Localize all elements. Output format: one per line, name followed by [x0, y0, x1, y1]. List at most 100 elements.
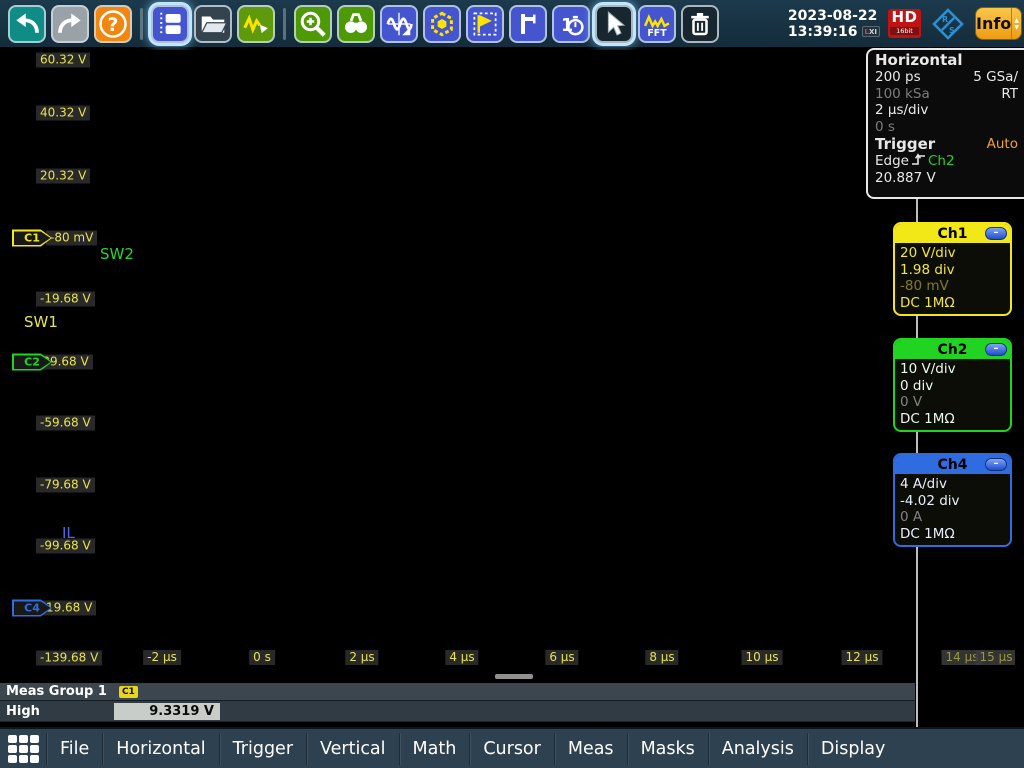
meas-group-label: Meas Group 1 [0, 684, 107, 699]
trigger-title: Trigger Auto [875, 135, 1018, 153]
horizontal-title: Horizontal [875, 51, 1018, 69]
menu-item-cursor[interactable]: Cursor [469, 733, 554, 765]
minimize-button[interactable]: – [985, 458, 1007, 471]
trigger-mode: Auto [987, 135, 1018, 153]
menu-item-horizontal[interactable]: Horizontal [102, 733, 218, 765]
meas-source-chip: C1 [119, 686, 138, 698]
menu-item-vertical[interactable]: Vertical [306, 733, 399, 765]
channel-setting: 4 A/div [900, 476, 1005, 493]
wave-label-sw2: SW2 [100, 245, 134, 263]
channel-badge-ch1[interactable]: Ch1 – 20 V/div1.98 div-80 mVDC 1MΩ [893, 222, 1012, 316]
channel-badge-ch2[interactable]: Ch2–10 V/div0 div0 VDC 1MΩ [893, 338, 1012, 432]
meas-name: High [0, 704, 114, 719]
y-axis-label: 20.32 V [36, 169, 90, 184]
time-axis-label: 15 µs [976, 650, 1015, 665]
date-text: 2023-08-22 [788, 8, 880, 24]
channel-setting: 1.98 div [900, 262, 1005, 279]
redo-icon[interactable] [51, 5, 89, 43]
wave-label-il: IL [62, 524, 75, 542]
channel-setting: 0 A [900, 509, 1005, 526]
time-axis-label: 2 µs [345, 650, 378, 665]
channel-badge-ch4[interactable]: Ch4–4 A/div-4.02 div0 ADC 1MΩ [893, 453, 1012, 547]
channel-setting: DC 1MΩ [900, 295, 1005, 312]
svg-text:?: ? [108, 14, 119, 35]
rising-edge-icon [911, 153, 926, 166]
channel-name: Ch1 [938, 226, 968, 242]
time-text: 13:39:16 [788, 24, 858, 40]
minimize-button[interactable]: – [985, 343, 1007, 356]
apps-menu-button[interactable] [0, 729, 46, 768]
horizontal-trigger-panel[interactable]: Horizontal 200 ps5 GSa/100 kSaRT2 µs/div… [866, 48, 1024, 199]
minimize-button[interactable]: – [985, 227, 1007, 240]
report-flag-icon[interactable] [466, 5, 504, 43]
fft-icon[interactable]: FFT [638, 5, 676, 43]
svg-text:S: S [949, 26, 955, 35]
time-axis-label: 0 s [249, 650, 275, 665]
channel-setting: -80 mV [900, 278, 1005, 295]
y-axis-label: 40.32 V [36, 106, 90, 121]
info-button[interactable]: Info ▲▼ [975, 7, 1022, 40]
trash-icon[interactable] [681, 5, 719, 43]
time-axis-label: 6 µs [545, 650, 578, 665]
channel-marker-c1[interactable]: C1 [12, 230, 52, 247]
menu-item-display[interactable]: Display [807, 733, 899, 765]
top-toolbar: ?1FFT 2023-08-22 13:39:16 LXI HD 16bit R… [0, 0, 1024, 47]
help-icon[interactable]: ? [94, 5, 132, 43]
meas-result-row: High 9.3319 V [0, 701, 915, 721]
trigger-source: Ch2 [928, 153, 955, 169]
y-axis-label: -19.68 V [36, 292, 95, 307]
waveform-plot[interactable]: 60.32 V40.32 V20.32 V-80 mVC1-19.68 V-39… [10, 50, 1015, 668]
menu-item-masks[interactable]: Masks [627, 733, 708, 765]
bottom-menu-bar: FileHorizontalTriggerVerticalMathCursorM… [0, 727, 1024, 768]
channel-marker-c2[interactable]: C2 [12, 354, 52, 371]
time-axis-label: 12 µs [842, 650, 883, 665]
channel-header[interactable]: Ch1 – [895, 224, 1010, 243]
time-axis-label: 8 µs [645, 650, 678, 665]
cursor-icon[interactable] [595, 5, 633, 43]
measurement-panel[interactable]: Meas Group 1 C1 High 9.3319 V [0, 683, 915, 722]
channel-name: Ch4 [938, 457, 968, 473]
hd-mode-badge[interactable]: HD 16bit [888, 9, 921, 38]
time-axis-label: 10 µs [742, 650, 783, 665]
menu-item-meas[interactable]: Meas [554, 733, 627, 765]
channel-setting: DC 1MΩ [900, 411, 1005, 428]
channel-setting: 10 V/div [900, 361, 1005, 378]
y-axis-label: -79.68 V [36, 478, 95, 493]
datetime: 2023-08-22 13:39:16 LXI [788, 8, 880, 40]
undo-icon[interactable] [8, 5, 46, 43]
search-icon[interactable] [337, 5, 375, 43]
oscilloscope-screen: ?1FFT 2023-08-22 13:39:16 LXI HD 16bit R… [0, 0, 1024, 768]
y-axis-label: -139.68 V [36, 651, 102, 666]
horizontal-scrollbar[interactable] [495, 674, 533, 679]
channel-header[interactable]: Ch4 – [895, 455, 1010, 474]
svg-text:FFT: FFT [647, 27, 667, 38]
channel-marker-c4[interactable]: C4 [12, 600, 52, 617]
menu-item-analysis[interactable]: Analysis [708, 733, 807, 765]
horizontal-row: 2 µs/div [875, 102, 1018, 119]
channel-setting: -4.02 div [900, 493, 1005, 510]
menu-item-math[interactable]: Math [399, 733, 470, 765]
horizontal-row: 200 ps5 GSa/ [875, 69, 1018, 86]
info-spinner[interactable]: ▲▼ [1011, 8, 1021, 39]
channel-setting: 20 V/div [900, 245, 1005, 262]
mask-test-icon[interactable] [423, 5, 461, 43]
waveform-canvas [10, 50, 1015, 668]
measure-icon[interactable] [509, 5, 547, 43]
toolbar-separator [140, 8, 143, 40]
timer-icon[interactable]: 1 [552, 5, 590, 43]
wave-label-sw1: SW1 [24, 313, 58, 331]
file-open-icon[interactable] [194, 5, 232, 43]
horizontal-row: 100 kSaRT [875, 86, 1018, 103]
y-axis-label: -80 mV [46, 231, 97, 246]
menu-item-file[interactable]: File [46, 733, 102, 765]
dialog-settings-icon[interactable] [151, 5, 189, 43]
zoom-icon[interactable] [294, 5, 332, 43]
channel-header[interactable]: Ch2– [895, 340, 1010, 359]
lxi-badge: LXI [862, 26, 880, 37]
toolbar-icons: ? 1 FFT [0, 5, 719, 43]
menu-item-trigger[interactable]: Trigger [219, 733, 306, 765]
annotate-icon[interactable] [237, 5, 275, 43]
y-axis-label: -59.68 V [36, 416, 95, 431]
scale-adjust-icon[interactable] [380, 5, 418, 43]
meas-group-row[interactable]: Meas Group 1 C1 [0, 683, 915, 701]
